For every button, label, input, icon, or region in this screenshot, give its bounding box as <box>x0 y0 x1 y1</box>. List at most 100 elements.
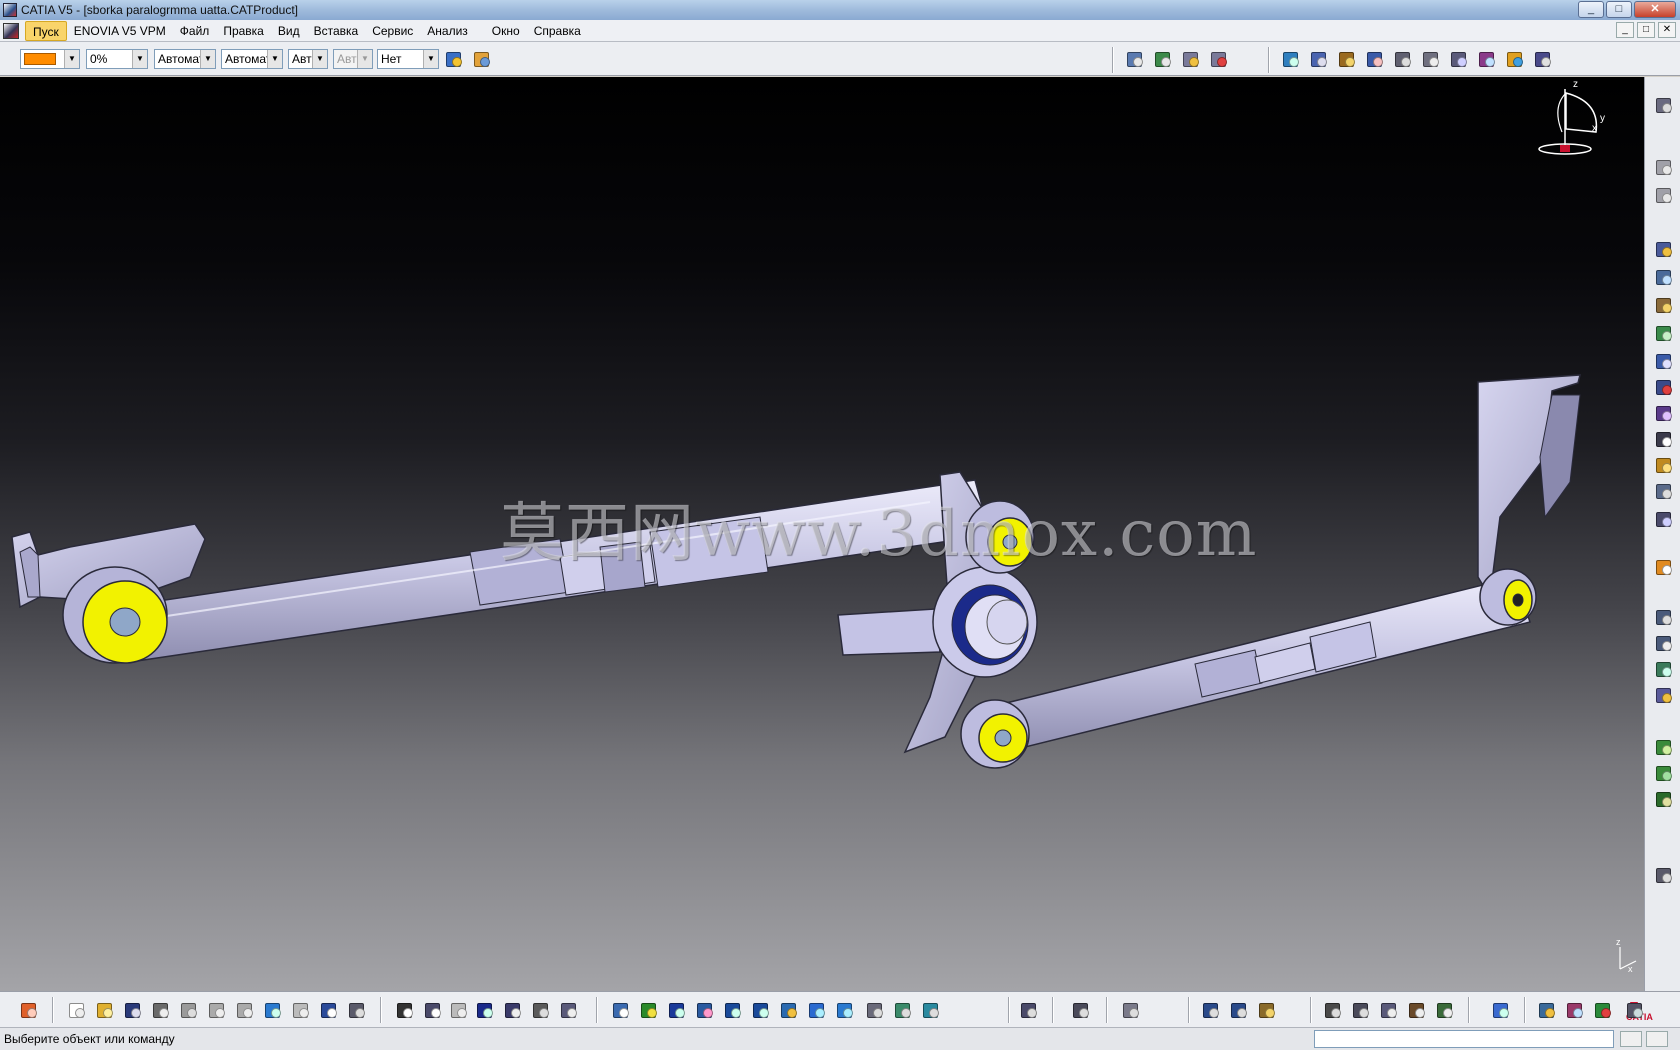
publication-icon[interactable] <box>1653 737 1673 757</box>
apply-material-icon[interactable] <box>1536 1000 1556 1020</box>
multi-view-icon[interactable] <box>806 1000 826 1020</box>
reuse-pattern-icon[interactable] <box>1532 49 1552 69</box>
catalog-icon[interactable] <box>1653 763 1673 783</box>
doc-minimize-button[interactable]: _ <box>1616 22 1634 38</box>
fly-mode-icon[interactable] <box>610 1000 630 1020</box>
redo-icon[interactable] <box>290 1000 310 1020</box>
render-icon[interactable] <box>1564 1000 1584 1020</box>
undo-icon[interactable] <box>262 1000 282 1020</box>
hide-show-icon[interactable] <box>892 1000 912 1020</box>
distance-icon[interactable] <box>1653 659 1673 679</box>
scene-icon[interactable] <box>1653 455 1673 475</box>
new-component-icon[interactable] <box>1124 49 1144 69</box>
constraint-coincidence-icon[interactable] <box>1280 49 1300 69</box>
status-option-button[interactable] <box>1620 1031 1642 1047</box>
catalog-settings-icon[interactable] <box>1322 1000 1342 1020</box>
select-arrow-icon[interactable] <box>1653 557 1673 577</box>
pocket-icon[interactable] <box>1653 323 1673 343</box>
fit-all-icon[interactable] <box>638 1000 658 1020</box>
update-all-icon[interactable] <box>1120 1000 1140 1020</box>
sectioning-icon[interactable] <box>1653 633 1673 653</box>
options-icon[interactable] <box>18 1000 38 1020</box>
pan-icon[interactable] <box>666 1000 686 1020</box>
chevron-down-icon[interactable]: ▼ <box>312 50 327 68</box>
chevron-down-icon[interactable]: ▼ <box>64 50 79 68</box>
measure-inertia-icon[interactable] <box>1256 1000 1276 1020</box>
transparency-combo[interactable]: 0% ▼ <box>86 49 148 69</box>
paste-icon[interactable] <box>234 1000 254 1020</box>
rendering-style-combo[interactable]: Авто ▼ <box>333 49 373 69</box>
assembly-features-icon[interactable] <box>1653 239 1673 259</box>
replace-component-icon[interactable] <box>1180 49 1200 69</box>
enhanced-scene-icon[interactable] <box>1653 481 1673 501</box>
stop-manipulate-icon[interactable] <box>1653 185 1673 205</box>
explode-icon[interactable] <box>1653 157 1673 177</box>
shading-icon[interactable] <box>864 1000 884 1020</box>
measure-icon[interactable] <box>1653 685 1673 705</box>
menu-analyze[interactable]: Анализ <box>420 21 475 41</box>
fill-color-combo[interactable]: ▼ <box>20 49 80 69</box>
graph-tree-reorder-icon[interactable] <box>1208 49 1228 69</box>
zoom-out-icon[interactable] <box>750 1000 770 1020</box>
image-capture-icon[interactable] <box>1018 1000 1038 1020</box>
chevron-down-icon[interactable]: ▼ <box>200 50 215 68</box>
flexible-subassembly-icon[interactable] <box>1476 49 1496 69</box>
3d-viewport[interactable]: z y x z x 莫西网www.3dmox.com <box>0 77 1644 991</box>
menu-tools[interactable]: Сервис <box>365 21 420 41</box>
menu-help[interactable]: Справка <box>527 21 588 41</box>
clash-icon[interactable] <box>1653 607 1673 627</box>
print-icon[interactable] <box>150 1000 170 1020</box>
minimize-button[interactable]: _ <box>1578 1 1604 18</box>
power-input-field[interactable] <box>1314 1030 1614 1048</box>
menu-edit[interactable]: Правка <box>216 21 271 41</box>
line-thickness-combo[interactable]: Автомат ▼ <box>154 49 216 69</box>
plane-icon[interactable] <box>1490 1000 1510 1020</box>
move-icon[interactable] <box>1406 1000 1426 1020</box>
line-type-combo[interactable]: Автомат ▼ <box>221 49 283 69</box>
menu-enovia[interactable]: ENOVIA V5 VPM <box>67 21 173 41</box>
properties-wizard-icon[interactable] <box>471 49 491 69</box>
lower-arm[interactable] <box>960 576 1531 769</box>
menu-window[interactable]: Окно <box>485 21 527 41</box>
offset-constraint-icon[interactable] <box>1336 49 1356 69</box>
swap-visible-space-icon[interactable] <box>920 1000 940 1020</box>
right-bracket[interactable] <box>1477 374 1581 626</box>
open-file-icon[interactable] <box>94 1000 114 1020</box>
manipulation-icon[interactable] <box>1653 865 1673 885</box>
copy-icon[interactable] <box>206 1000 226 1020</box>
design-table-icon[interactable] <box>474 1000 494 1020</box>
hole-icon[interactable] <box>1653 295 1673 315</box>
existing-component-icon[interactable] <box>1152 49 1172 69</box>
symmetry-icon[interactable] <box>1653 403 1673 423</box>
menu-insert[interactable]: Вставка <box>307 21 366 41</box>
quick-constraint-icon[interactable] <box>1448 49 1468 69</box>
cut-icon[interactable] <box>178 1000 198 1020</box>
compass[interactable]: z y x <box>1538 79 1605 155</box>
annotation-icon[interactable] <box>1653 429 1673 449</box>
measure-item-icon[interactable] <box>1228 1000 1248 1020</box>
product-structure-icon[interactable] <box>1653 95 1673 115</box>
layer-combo[interactable]: Нет ▼ <box>377 49 439 69</box>
add-icon[interactable] <box>1653 351 1673 371</box>
snap-icon[interactable] <box>1434 1000 1454 1020</box>
analysis-icon[interactable] <box>1350 1000 1370 1020</box>
menu-file[interactable]: Файл <box>173 21 217 41</box>
catalog-browser-icon[interactable] <box>1653 509 1673 529</box>
chevron-down-icon[interactable]: ▼ <box>267 50 282 68</box>
rotate-icon[interactable] <box>694 1000 714 1020</box>
zoom-in-icon[interactable] <box>722 1000 742 1020</box>
chevron-down-icon[interactable]: ▼ <box>132 50 147 68</box>
help-pointer-icon[interactable] <box>318 1000 338 1020</box>
maximize-button[interactable]: □ <box>1606 1 1632 18</box>
title-bar[interactable]: CATIA V5 - [sborka paralogrmma uatta.CAT… <box>0 0 1680 20</box>
close-button[interactable]: ✕ <box>1634 1 1676 18</box>
painter-icon[interactable] <box>443 49 463 69</box>
angle-constraint-icon[interactable] <box>1364 49 1384 69</box>
menu-view[interactable]: Вид <box>271 21 307 41</box>
point-symbol-combo[interactable]: Авто ▼ <box>288 49 328 69</box>
visualization-icon[interactable] <box>1592 1000 1612 1020</box>
lock-icon[interactable] <box>530 1000 550 1020</box>
chevron-down-icon[interactable]: ▼ <box>357 50 372 68</box>
fix-together-icon[interactable] <box>1420 49 1440 69</box>
remove-icon[interactable] <box>1653 377 1673 397</box>
